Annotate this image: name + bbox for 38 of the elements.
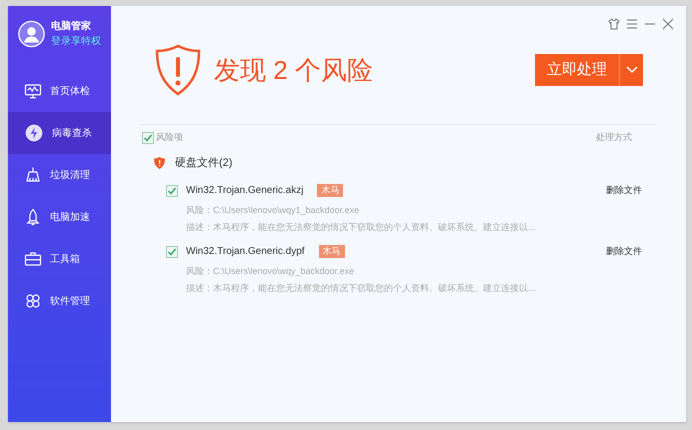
result-title: 发现 2 个风险 [214,54,373,86]
checkbox[interactable] [166,246,178,258]
checkbox[interactable] [142,132,154,144]
nav-item[interactable]: 电脑加速 [8,196,111,238]
threat-name: Win32.Trojan.Generic.akzj [186,184,304,198]
avatar-icon[interactable] [18,18,45,50]
column-header: 处理方式 [596,131,632,144]
group-title: 硬盘文件(2) [175,156,232,170]
threat-description: 描述：木马程序，能在您无法察觉的情况下窃取您的个人资料、破坏系统、建立连接以... [186,282,537,294]
shirt-icon[interactable] [608,18,620,30]
delete-file-button[interactable]: 删除文件 [606,244,642,258]
threat-description: 描述：木马程序，能在您无法察觉的情况下窃取您的个人资料、破坏系统、建立连接以... [186,220,537,234]
toolbox-icon [24,250,42,268]
app-name: 电脑管家 [51,19,92,34]
column-header: 风险项 [156,131,183,144]
risk-path: 风险：C:\Users\lenovo\wqy1_backdoor.exe [186,204,360,217]
clover-icon [24,292,42,310]
delete-file-button[interactable]: 删除文件 [606,184,642,198]
checkbox[interactable] [166,184,178,196]
threat-tag: 木马 [318,244,345,258]
close-icon[interactable] [662,18,674,30]
chevron-down-icon [626,66,638,74]
nav-item[interactable]: 软件管理 [8,280,111,322]
login-link[interactable]: 登录享特权 [51,34,101,49]
nav-item[interactable]: 工具箱 [8,238,111,280]
monitor-icon [24,82,42,100]
threat-tag: 木马 [317,184,344,198]
nav-item[interactable]: 病毒查杀 [8,112,111,154]
rocket-icon [24,208,42,226]
nav-item[interactable]: 垃圾清理 [8,154,111,196]
risk-path: 风险：C:\Users\lenovo\wqy_backdoor.exe [186,265,356,278]
threat-name: Win32.Trojan.Generic.dypf [186,245,305,259]
menu-icon[interactable] [626,18,638,30]
lightning-icon [24,123,44,143]
nav-item[interactable]: 首页体检 [8,70,111,112]
shield-icon [154,156,165,169]
broom-icon [24,166,42,184]
warning-shield-icon [154,44,202,96]
